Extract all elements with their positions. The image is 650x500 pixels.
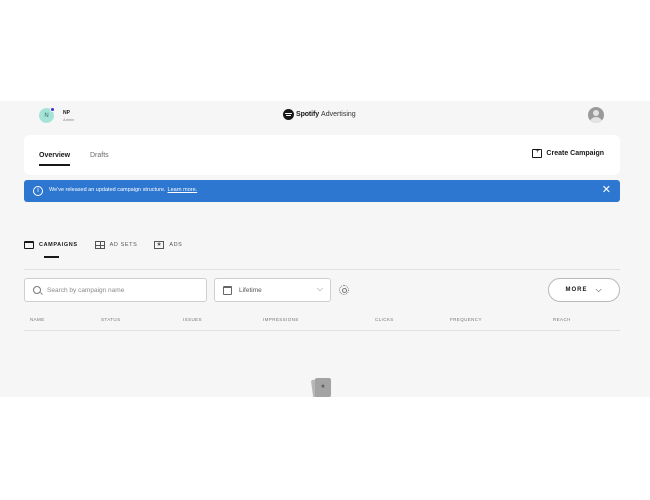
level-tab-ads[interactable]: ★ ADS [154, 241, 182, 249]
gear-icon[interactable] [339, 285, 349, 295]
column-header-reach[interactable]: REACH [553, 317, 571, 322]
level-tab-label: CAMPAIGNS [39, 242, 78, 248]
more-label: MORE [565, 287, 588, 293]
section-divider [24, 269, 620, 270]
brand-logo[interactable]: Spotify Advertising [283, 109, 356, 120]
calendar-icon [223, 285, 232, 295]
profile-avatar-icon[interactable] [588, 107, 604, 123]
top-header: N NP Admin Spotify Advertising [0, 101, 650, 131]
tab-drafts[interactable]: Drafts [90, 152, 109, 159]
main-nav: Overview Drafts Create Campaign [24, 135, 620, 175]
info-icon: i [33, 186, 43, 196]
search-icon [33, 286, 41, 294]
level-tab-campaigns[interactable]: CAMPAIGNS [24, 241, 78, 258]
level-tab-label: AD SETS [109, 242, 138, 248]
date-range-select[interactable]: Lifetime ⌵ [214, 278, 331, 302]
column-header-issues[interactable]: ISSUES [183, 317, 202, 322]
column-header-status[interactable]: STATUS [101, 317, 120, 322]
star-icon: ★ [154, 241, 165, 249]
table-header: NAME STATUS ISSUES IMPRESSIONS CLICKS FR… [24, 315, 620, 331]
create-campaign-button[interactable]: Create Campaign [532, 148, 604, 158]
column-header-clicks[interactable]: CLICKS [375, 317, 394, 322]
folder-icon [24, 241, 34, 249]
user-name: NP [63, 110, 70, 116]
brand-subtitle: Advertising [321, 111, 356, 118]
banner-text: We've released an updated campaign struc… [49, 187, 166, 193]
spotify-logo-icon [283, 109, 294, 120]
close-icon[interactable]: ✕ [602, 184, 611, 196]
create-campaign-label: Create Campaign [546, 150, 604, 157]
column-header-name[interactable]: NAME [30, 317, 45, 322]
chevron-down-icon: ⌵ [316, 284, 323, 293]
info-banner: i We've released an updated campaign str… [24, 180, 620, 202]
more-button[interactable]: MORE ⌵ [548, 278, 620, 302]
grid-icon [94, 241, 105, 249]
empty-state-icon: ★ [310, 377, 331, 397]
level-tab-label: ADS [169, 242, 183, 248]
user-initial: N [44, 112, 49, 119]
app-viewport: N NP Admin Spotify Advertising Overview … [0, 101, 650, 397]
chevron-down-icon: ⌵ [595, 285, 603, 294]
level-tabs: CAMPAIGNS AD SETS ★ ADS [24, 241, 182, 258]
date-range-value: Lifetime [239, 286, 262, 294]
tab-overview[interactable]: Overview [39, 152, 71, 166]
search-box[interactable] [24, 278, 207, 302]
learn-more-link[interactable]: Learn more. [168, 187, 198, 193]
column-header-frequency[interactable]: FREQUENCY [450, 317, 482, 322]
level-tab-ad-sets[interactable]: AD SETS [94, 241, 138, 249]
banner-message: We've released an updated campaign struc… [49, 187, 197, 193]
search-input[interactable] [47, 286, 197, 294]
user-avatar[interactable]: N [39, 107, 55, 123]
add-folder-icon [532, 148, 543, 158]
user-role: Admin [63, 117, 75, 122]
column-header-impressions[interactable]: IMPRESSIONS [263, 317, 299, 322]
brand-name: Spotify [296, 111, 320, 118]
notification-dot-icon [50, 107, 55, 112]
